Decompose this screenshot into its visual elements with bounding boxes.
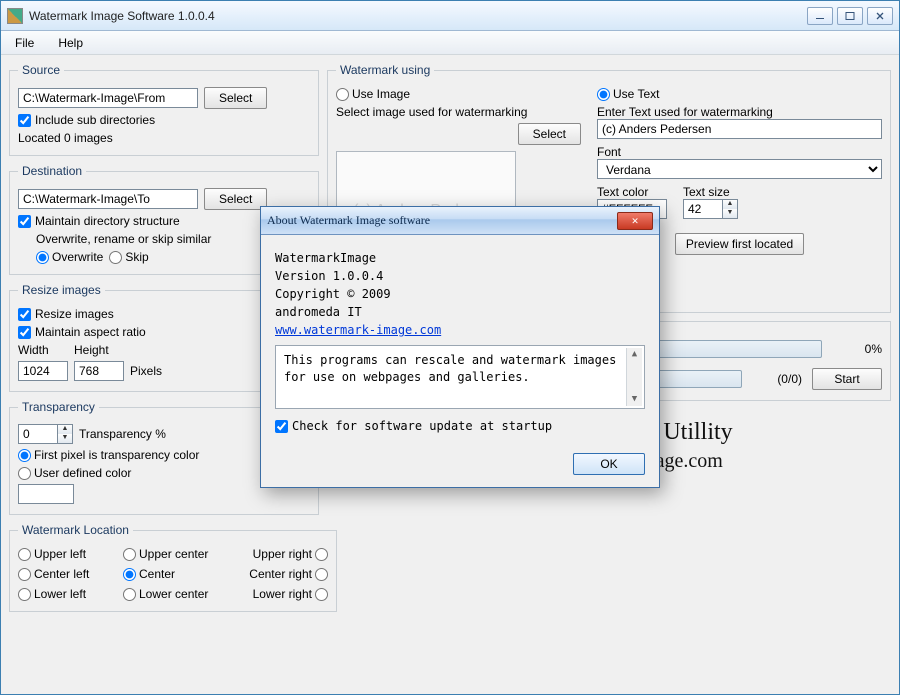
window-title: Watermark Image Software 1.0.0.4 <box>29 9 807 23</box>
check-update-label: Check for software update at startup <box>292 419 552 433</box>
font-select[interactable]: Verdana <box>597 159 882 179</box>
resize-legend: Resize images <box>18 283 105 297</box>
about-description: This programs can rescale and watermark … <box>284 353 616 384</box>
dest-select-button[interactable]: Select <box>204 188 267 210</box>
about-title: About Watermark Image software <box>267 213 617 228</box>
source-select-button[interactable]: Select <box>204 87 267 109</box>
about-version: Version 1.0.0.4 <box>275 269 645 283</box>
maintain-structure-label: Maintain directory structure <box>35 214 180 228</box>
include-sub-label: Include sub directories <box>35 113 155 127</box>
menu-help[interactable]: Help <box>52 34 89 52</box>
loc-uc-radio[interactable]: Upper center <box>123 547 233 561</box>
dest-path-input[interactable] <box>18 189 198 209</box>
loc-ul-radio[interactable]: Upper left <box>18 547 123 561</box>
start-button[interactable]: Start <box>812 368 882 390</box>
titlebar[interactable]: Watermark Image Software 1.0.0.4 <box>1 1 899 31</box>
text-size-input[interactable] <box>683 199 723 219</box>
include-sub-checkbox[interactable]: Include sub directories <box>18 113 310 127</box>
watermark-text-input[interactable] <box>597 119 882 139</box>
menu-file[interactable]: File <box>9 34 40 52</box>
about-description-box[interactable]: This programs can rescale and watermark … <box>275 345 645 409</box>
watermark-using-legend: Watermark using <box>336 63 434 77</box>
use-text-radio[interactable]: Use Text <box>597 87 659 101</box>
text-size-label: Text size <box>683 185 738 199</box>
minimize-button[interactable] <box>807 7 833 25</box>
source-legend: Source <box>18 63 64 77</box>
preview-first-located-button[interactable]: Preview first located <box>675 233 804 255</box>
enter-text-label: Enter Text used for watermarking <box>597 105 882 119</box>
check-update-checkbox[interactable]: Check for software update at startup <box>275 419 645 433</box>
check-update-input[interactable] <box>275 420 288 433</box>
located-status: Located 0 images <box>18 131 310 145</box>
height-label: Height <box>74 343 124 357</box>
transparency-legend: Transparency <box>18 400 99 414</box>
progress-count: (0/0) <box>752 372 802 386</box>
about-close-button[interactable]: ✕ <box>617 212 653 230</box>
menubar: File Help <box>1 31 899 55</box>
spinner-down-icon[interactable]: ▼ <box>58 434 72 443</box>
maintain-structure-input[interactable] <box>18 215 31 228</box>
transparency-pct-label: Transparency % <box>79 427 166 441</box>
transparency-input[interactable] <box>18 424 58 444</box>
use-image-radio[interactable]: Use Image <box>336 87 591 101</box>
transparency-spinner[interactable]: ▲▼ <box>18 424 73 444</box>
about-link[interactable]: www.watermark-image.com <box>275 323 441 337</box>
about-body: WatermarkImage Version 1.0.0.4 Copyright… <box>261 235 659 443</box>
spinner-up-icon[interactable]: ▲ <box>723 200 737 209</box>
color-swatch[interactable] <box>18 484 74 504</box>
loc-ur-radio[interactable]: Upper right <box>233 547 328 561</box>
about-ok-button[interactable]: OK <box>573 453 645 475</box>
text-color-label: Text color <box>597 185 667 199</box>
app-icon <box>7 8 23 24</box>
destination-legend: Destination <box>18 164 86 178</box>
spinner-up-icon[interactable]: ▲ <box>58 425 72 434</box>
loc-cc-radio[interactable]: Center <box>123 567 233 581</box>
about-copyright: Copyright © 2009 <box>275 287 645 301</box>
width-input[interactable] <box>18 361 68 381</box>
scrollbar[interactable]: ▲▼ <box>626 348 642 406</box>
loc-cr-radio[interactable]: Center right <box>233 567 328 581</box>
window-controls <box>807 7 893 25</box>
pixels-label: Pixels <box>130 364 162 378</box>
maximize-button[interactable] <box>837 7 863 25</box>
select-image-button[interactable]: Select <box>518 123 581 145</box>
scroll-down-icon[interactable]: ▼ <box>632 393 637 406</box>
text-size-spinner[interactable]: ▲▼ <box>683 199 738 219</box>
close-button[interactable] <box>867 7 893 25</box>
source-path-input[interactable] <box>18 88 198 108</box>
about-app-name: WatermarkImage <box>275 251 645 265</box>
include-sub-input[interactable] <box>18 114 31 127</box>
progress-percent: 0% <box>832 342 882 356</box>
font-label: Font <box>597 145 882 159</box>
select-image-label: Select image used for watermarking <box>336 105 591 119</box>
about-company: andromeda IT <box>275 305 645 319</box>
loc-lc-radio[interactable]: Lower center <box>123 587 233 601</box>
location-group: Watermark Location Upper left Upper cent… <box>9 523 337 612</box>
about-titlebar[interactable]: About Watermark Image software ✕ <box>261 207 659 235</box>
skip-radio[interactable]: Skip <box>109 250 148 264</box>
loc-cl-radio[interactable]: Center left <box>18 567 123 581</box>
overwrite-radio[interactable]: Overwrite <box>36 250 103 264</box>
source-group: Source Select Include sub directories Lo… <box>9 63 319 156</box>
scroll-up-icon[interactable]: ▲ <box>632 348 637 361</box>
spinner-down-icon[interactable]: ▼ <box>723 209 737 218</box>
height-input[interactable] <box>74 361 124 381</box>
about-dialog: About Watermark Image software ✕ Waterma… <box>260 206 660 488</box>
loc-ll-radio[interactable]: Lower left <box>18 587 123 601</box>
width-label: Width <box>18 343 68 357</box>
location-legend: Watermark Location <box>18 523 133 537</box>
loc-lr-radio[interactable]: Lower right <box>233 587 328 601</box>
